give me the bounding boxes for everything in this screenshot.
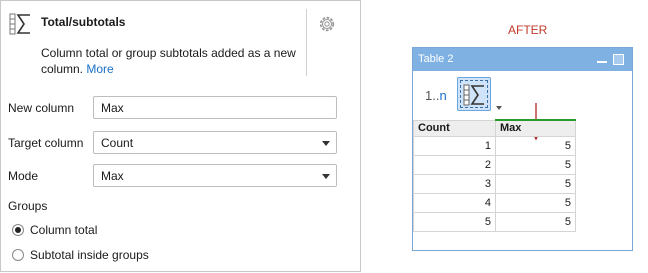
radio-button[interactable] (12, 249, 24, 261)
gear-icon[interactable] (318, 15, 336, 33)
sigma-column-icon (463, 84, 484, 106)
table-cell[interactable]: 1 (413, 135, 496, 156)
target-column-select[interactable]: Count (93, 131, 337, 154)
target-column-value: Count (101, 136, 134, 150)
table-cell[interactable]: 5 (495, 192, 576, 213)
dropdown-arrow-icon[interactable] (496, 106, 502, 110)
radio-subtotal-inside-groups[interactable]: Subtotal inside groups (12, 248, 149, 264)
data-table: Count Max 1 5 2 5 3 5 4 5 5 5 (413, 119, 576, 232)
new-column-field[interactable] (93, 96, 337, 119)
new-column-input[interactable] (101, 101, 329, 115)
row-index-icon[interactable]: 1..n (425, 88, 447, 103)
groups-label: Groups (8, 199, 48, 213)
more-link[interactable]: More (86, 62, 113, 76)
mode-label: Mode (8, 169, 39, 183)
radio-button-checked[interactable] (12, 224, 24, 236)
maximize-icon[interactable] (613, 54, 624, 65)
header-divider (306, 9, 307, 76)
table-window: Table 2 1..n Count Max 1 5 2 5 3 5 4 5 5… (412, 47, 633, 251)
sigma-column-icon (9, 13, 30, 35)
radio-label: Subtotal inside groups (30, 248, 149, 262)
table-cell[interactable]: 5 (495, 154, 576, 175)
table-cell[interactable]: 5 (495, 135, 576, 156)
description-text: Column total or group subtotals added as… (41, 46, 296, 76)
after-label: AFTER (508, 23, 548, 37)
table-toolbar: 1..n (413, 71, 632, 141)
table-cell[interactable]: 5 (495, 173, 576, 194)
transform-settings-panel: Total/subtotals Column total or group su… (0, 0, 361, 272)
radio-column-total[interactable]: Column total (12, 223, 97, 239)
table-row: 4 5 (413, 192, 576, 213)
mode-select[interactable]: Max (93, 164, 337, 187)
table-row: 2 5 (413, 154, 576, 175)
new-column-label: New column (8, 101, 75, 115)
table-cell[interactable]: 5 (495, 211, 576, 232)
chevron-down-icon (322, 141, 330, 146)
window-title: Table 2 (418, 53, 454, 65)
row-index-suffix: n (439, 88, 447, 103)
panel-description: Column total or group subtotals added as… (41, 45, 303, 77)
radio-label: Column total (30, 223, 98, 237)
table-row: 5 5 (413, 211, 576, 232)
table-row: 3 5 (413, 173, 576, 194)
table-header-row: Count Max (413, 119, 576, 137)
column-header-max[interactable]: Max (495, 119, 576, 137)
table-row: 1 5 (413, 135, 576, 156)
window-title-bar: Table 2 (413, 48, 632, 71)
table-cell[interactable]: 2 (413, 154, 496, 175)
row-index-prefix: 1.. (425, 88, 440, 103)
mode-value: Max (101, 169, 124, 183)
target-column-label: Target column (8, 136, 84, 150)
chevron-down-icon (322, 174, 330, 179)
minimize-icon[interactable] (597, 61, 607, 63)
panel-title: Total/subtotals (41, 15, 126, 29)
table-cell[interactable]: 5 (413, 211, 496, 232)
table-cell[interactable]: 4 (413, 192, 496, 213)
total-subtotal-button[interactable] (457, 77, 491, 111)
table-cell[interactable]: 3 (413, 173, 496, 194)
column-header-count[interactable]: Count (413, 119, 496, 137)
